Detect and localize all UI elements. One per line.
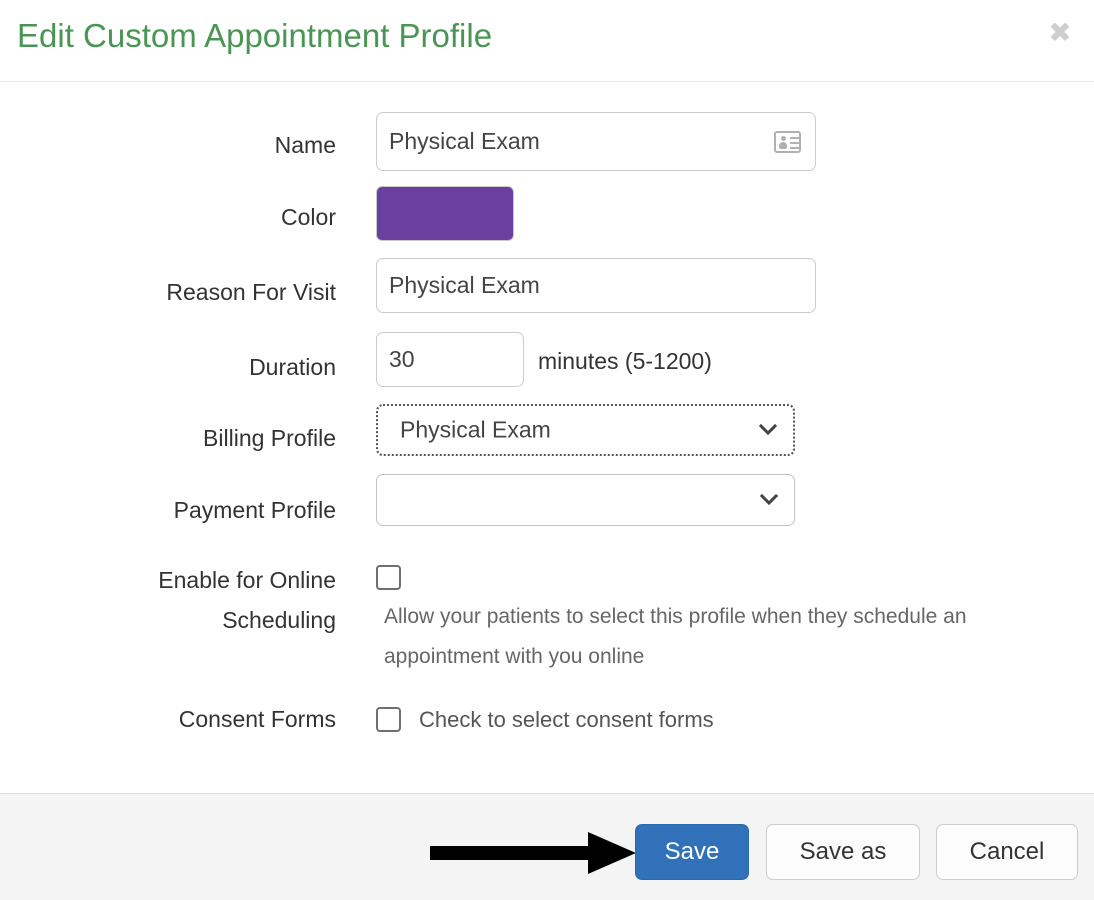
name-input[interactable]	[376, 112, 816, 171]
duration-unit-text: minutes (5-1200)	[538, 348, 712, 374]
save-button[interactable]: Save	[635, 824, 749, 880]
billing-profile-select[interactable]: Physical Exam	[376, 404, 795, 456]
online-scheduling-helper-text: Allow your patients to select this profi…	[384, 605, 967, 668]
billing-profile-label: Billing Profile	[203, 425, 336, 451]
billing-profile-value: Physical Exam	[400, 416, 551, 443]
close-icon[interactable]: ✖	[1045, 18, 1075, 48]
name-label: Name	[274, 132, 336, 158]
dialog-footer	[0, 793, 1094, 900]
payment-profile-select[interactable]	[376, 474, 795, 526]
consent-forms-inline-text: Check to select consent forms	[419, 707, 714, 732]
duration-label: Duration	[249, 354, 336, 380]
online-scheduling-label-line2: Scheduling	[222, 607, 336, 633]
color-swatch[interactable]	[376, 186, 514, 241]
page-title: Edit Custom Appointment Profile	[17, 17, 493, 54]
edit-appointment-profile-dialog: Edit Custom Appointment Profile ✖ Name C…	[0, 0, 1094, 900]
dialog-body: Name Color Reason For Visit Duration min…	[0, 82, 1094, 793]
reason-for-visit-label: Reason For Visit	[166, 279, 336, 305]
payment-profile-label: Payment Profile	[173, 497, 336, 523]
consent-forms-checkbox[interactable]	[376, 707, 401, 732]
dialog-header: Edit Custom Appointment Profile ✖	[0, 0, 1094, 82]
online-scheduling-checkbox[interactable]	[376, 565, 401, 590]
contact-card-icon[interactable]	[774, 131, 801, 153]
save-as-button[interactable]: Save as	[766, 824, 920, 880]
chevron-down-icon	[759, 421, 777, 439]
color-label: Color	[281, 204, 336, 230]
reason-for-visit-input[interactable]	[376, 258, 816, 313]
duration-input[interactable]	[376, 332, 524, 387]
consent-forms-label: Consent Forms	[178, 706, 336, 732]
online-scheduling-label-line1: Enable for Online	[158, 567, 336, 593]
chevron-down-icon	[760, 491, 778, 509]
cancel-button[interactable]: Cancel	[936, 824, 1078, 880]
